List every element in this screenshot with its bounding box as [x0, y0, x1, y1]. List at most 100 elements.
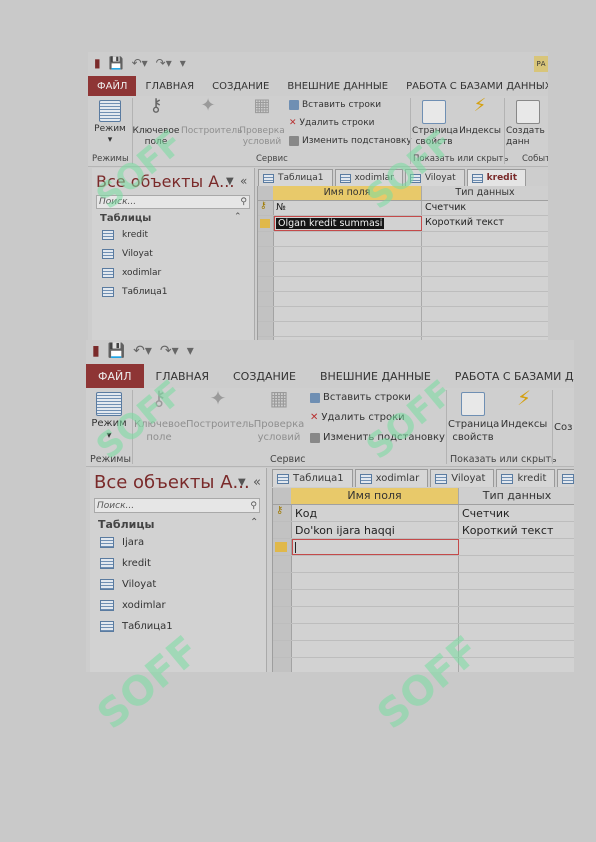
nav-search-input[interactable]: Поиск... ⚲ — [96, 195, 250, 209]
modify-lookups-button[interactable]: Изменить подстановку — [310, 432, 445, 443]
indexes-button[interactable]: ⚡ Индексы — [500, 388, 548, 431]
field-name-cell[interactable]: Do'kon ijara haqqi — [295, 524, 395, 537]
table-row[interactable] — [273, 624, 574, 641]
test-validation-button[interactable]: ▦ Проверка условий — [252, 388, 306, 444]
group-collapse-icon[interactable]: ⌃ — [250, 517, 258, 528]
redo-icon[interactable]: ↷▾ — [160, 343, 179, 359]
tab-database-tools[interactable]: РАБОТА С БАЗАМИ ДАННЫХ — [443, 364, 574, 388]
field-name-cell[interactable]: № — [276, 202, 286, 213]
nav-menu-chevron-icon[interactable]: ▼ — [226, 176, 234, 187]
doc-tab-viloyat[interactable]: Viloyat — [404, 169, 465, 186]
create-data-macros-button[interactable]: Создать данн — [506, 100, 548, 148]
customize-icon[interactable]: ▾ — [180, 56, 186, 70]
tab-file[interactable]: ФАЙЛ — [86, 364, 144, 388]
property-sheet-button[interactable]: Страница свойств — [448, 392, 499, 444]
view-button[interactable]: Режим ▾ — [88, 392, 130, 442]
nav-item-ijara[interactable]: Ijara — [100, 537, 144, 548]
data-type-cell[interactable]: Короткий текст — [462, 524, 553, 537]
table-row[interactable] — [273, 607, 574, 624]
doc-tab-tablitsa1[interactable]: Таблица1 — [272, 469, 353, 487]
nav-item-xodimlar[interactable]: xodimlar — [102, 268, 161, 278]
redo-icon[interactable]: ↷▾ — [156, 56, 172, 70]
undo-icon[interactable]: ↶▾ — [133, 343, 152, 359]
delete-rows-button[interactable]: ✕ Удалить строки — [310, 412, 405, 423]
tab-home[interactable]: ГЛАВНАЯ — [136, 76, 203, 96]
nav-group-tables[interactable]: Таблицы — [98, 518, 154, 531]
field-name-editor[interactable]: Olgan kredit summasi — [274, 216, 422, 231]
save-icon[interactable]: 💾 — [108, 343, 125, 359]
nav-group-tables[interactable]: Таблицы — [100, 213, 151, 224]
field-name-editor[interactable] — [292, 539, 459, 555]
header-data-type[interactable]: Тип данных — [459, 488, 574, 504]
table-row[interactable] — [258, 232, 548, 247]
nav-menu-chevron-icon[interactable]: ▼ — [238, 477, 246, 488]
indexes-button[interactable]: ⚡ Индексы — [458, 97, 502, 137]
doc-tab-xodimlar[interactable]: xodimlar — [334, 169, 403, 186]
test-validation-button[interactable]: ▦ Проверка условий — [238, 97, 286, 148]
header-field-name[interactable]: Имя поля — [291, 488, 458, 504]
tab-file[interactable]: ФАЙЛ — [88, 76, 137, 96]
table-row[interactable] — [258, 247, 548, 262]
undo-icon[interactable]: ↶▾ — [132, 56, 148, 70]
table-row-active[interactable] — [273, 539, 574, 556]
table-row[interactable] — [258, 322, 548, 337]
tab-create[interactable]: СОЗДАНИЕ — [221, 364, 308, 388]
search-icon[interactable]: ⚲ — [240, 196, 247, 209]
collapse-pane-icon[interactable]: « — [240, 174, 247, 188]
doc-tab-partial[interactable] — [557, 469, 574, 487]
table-row[interactable] — [258, 292, 548, 307]
nav-pane-title[interactable]: Все объекты А... — [94, 472, 250, 493]
primary-key-button[interactable]: ⚷ Ключевое поле — [134, 388, 186, 444]
nav-pane-title[interactable]: Все объекты А... — [96, 172, 234, 191]
nav-item-viloyat[interactable]: Viloyat — [100, 579, 156, 590]
nav-item-kredit[interactable]: kredit — [102, 230, 148, 240]
data-type-cell[interactable]: Счетчик — [425, 202, 466, 213]
tab-database-tools[interactable]: РАБОТА С БАЗАМИ ДАННЫХ — [397, 76, 548, 96]
builder-button[interactable]: ✦ Построитель — [186, 388, 254, 431]
table-row[interactable] — [258, 262, 548, 277]
tab-home[interactable]: ГЛАВНАЯ — [144, 364, 222, 388]
doc-tab-tablitsa1[interactable]: Таблица1 — [258, 169, 333, 186]
header-field-name[interactable]: Имя поля — [273, 186, 421, 200]
collapse-pane-icon[interactable]: « — [253, 475, 261, 490]
nav-item-kredit[interactable]: kredit — [100, 558, 151, 569]
table-row[interactable] — [273, 658, 574, 672]
table-row[interactable] — [258, 307, 548, 322]
data-type-cell[interactable]: Короткий текст — [425, 217, 504, 228]
delete-rows-button[interactable]: ✕ Удалить строки — [289, 118, 374, 128]
nav-search-input[interactable]: Поиск... ⚲ — [94, 498, 260, 513]
table-row[interactable] — [273, 641, 574, 658]
modify-lookups-button[interactable]: Изменить подстановку — [289, 136, 412, 146]
nav-item-viloyat[interactable]: Viloyat — [102, 249, 153, 259]
table-row[interactable] — [258, 277, 548, 292]
table-row-active[interactable]: Olgan kredit summasi Короткий текст — [258, 216, 548, 232]
insert-rows-button[interactable]: Вставить строки — [289, 100, 381, 110]
data-type-cell[interactable]: Счетчик — [462, 507, 510, 520]
table-row[interactable] — [273, 556, 574, 573]
nav-item-tablitsa1[interactable]: Таблица1 — [100, 621, 173, 632]
create-data-macros-button[interactable]: Соз — [554, 422, 574, 433]
table-row[interactable]: Do'kon ijara haqqi Короткий текст — [273, 522, 574, 539]
tab-create[interactable]: СОЗДАНИЕ — [203, 76, 278, 96]
primary-key-button[interactable]: ⚷ Ключевое поле — [132, 97, 180, 148]
header-data-type[interactable]: Тип данных — [422, 186, 548, 200]
group-collapse-icon[interactable]: ⌃ — [234, 212, 242, 222]
table-row[interactable] — [273, 590, 574, 607]
doc-tab-kredit[interactable]: kredit — [496, 469, 556, 487]
nav-item-xodimlar[interactable]: xodimlar — [100, 600, 166, 611]
tab-external-data[interactable]: ВНЕШНИЕ ДАННЫЕ — [308, 364, 443, 388]
table-row[interactable] — [273, 573, 574, 590]
builder-button[interactable]: ✦ Построитель — [181, 97, 242, 137]
view-button[interactable]: Режим ▾ — [90, 100, 130, 146]
tab-external-data[interactable]: ВНЕШНИЕ ДАННЫЕ — [278, 76, 397, 96]
doc-tab-viloyat[interactable]: Viloyat — [430, 469, 495, 487]
field-name-cell[interactable]: Код — [295, 507, 317, 520]
search-icon[interactable]: ⚲ — [250, 499, 257, 513]
table-row[interactable]: ⚷ Код Счетчик — [273, 505, 574, 522]
property-sheet-button[interactable]: Страница свойств — [412, 100, 458, 148]
doc-tab-kredit[interactable]: kredit — [466, 169, 527, 186]
insert-rows-button[interactable]: Вставить строки — [310, 392, 411, 403]
customize-icon[interactable]: ▾ — [187, 343, 194, 359]
table-row[interactable]: ⚷ № Счетчик — [258, 201, 548, 216]
save-icon[interactable]: 💾 — [109, 56, 124, 70]
